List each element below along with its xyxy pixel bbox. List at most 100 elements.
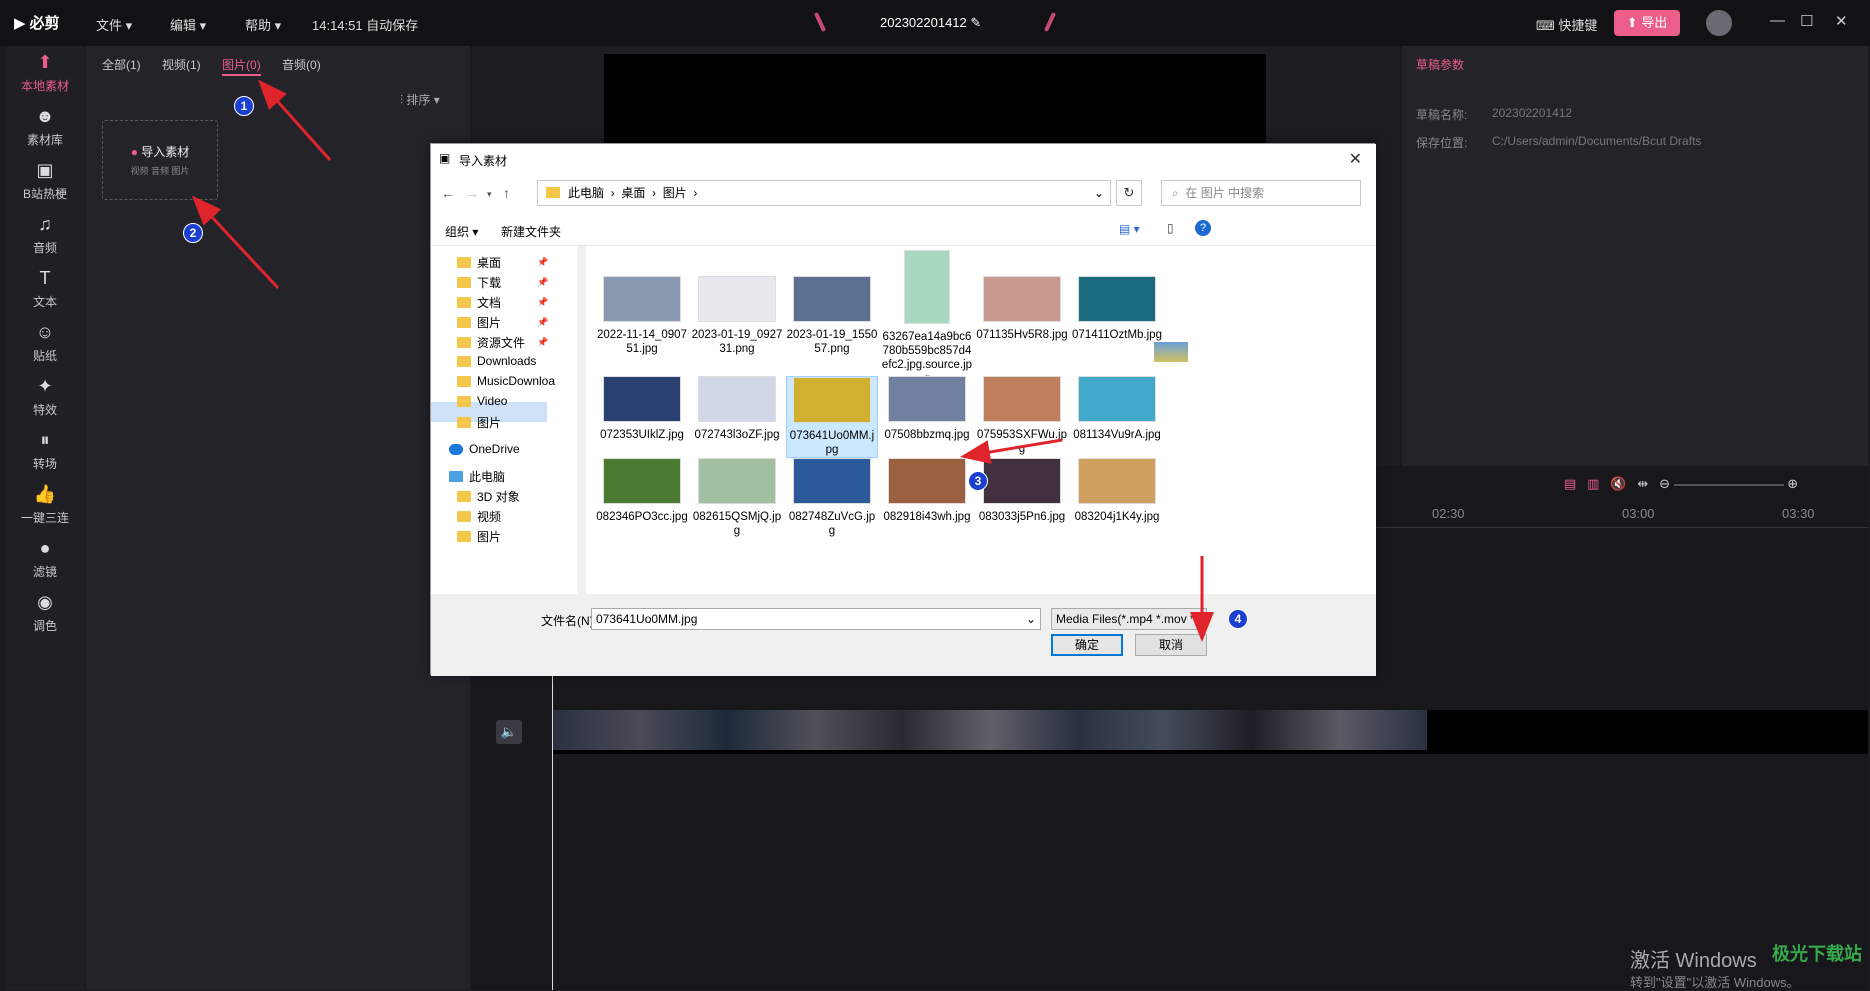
file-item[interactable]: 073641Uo0MM.jpg bbox=[786, 376, 878, 458]
pin-icon[interactable]: 📌 bbox=[537, 297, 548, 308]
tree-item[interactable]: 视频 bbox=[457, 508, 501, 525]
tree-scrollbar[interactable] bbox=[577, 246, 586, 594]
file-item[interactable]: 071135Hv5R8.jpg bbox=[976, 276, 1068, 342]
file-item[interactable]: 081134Vu9rA.jpg bbox=[1071, 376, 1163, 442]
nav-text[interactable]: T 文本 bbox=[6, 268, 84, 310]
tree-item[interactable]: 3D 对象 bbox=[457, 488, 520, 505]
dialog-close-icon[interactable]: ✕ bbox=[1349, 149, 1362, 169]
forward-icon[interactable]: → bbox=[465, 185, 479, 201]
refresh-icon[interactable]: ↻ bbox=[1116, 180, 1142, 206]
file-item[interactable]: 082918i43wh.jpg bbox=[881, 458, 973, 524]
menu-edit[interactable]: 编辑 ▾ bbox=[170, 15, 206, 34]
breadcrumb-item[interactable]: 此电脑 bbox=[568, 186, 604, 200]
tree-item[interactable]: 图片 📌 bbox=[457, 314, 548, 331]
tree-item[interactable]: 下载 📌 bbox=[457, 274, 548, 291]
file-item[interactable]: 075953SXFWu.jpg bbox=[976, 376, 1068, 456]
tree-item[interactable]: 图片 bbox=[457, 414, 501, 431]
file-item[interactable]: 07508bbzmq.jpg bbox=[881, 376, 973, 442]
file-item[interactable]: 082748ZuVcG.jpg bbox=[786, 458, 878, 538]
zoom-out-icon[interactable]: ⊖ bbox=[1659, 476, 1670, 491]
preview-pane-icon[interactable]: ▯ bbox=[1167, 221, 1174, 235]
filetype-select[interactable]: Media Files(*.mp4 *.mov *.a bbox=[1051, 608, 1207, 630]
tree-item[interactable]: MusicDownloa bbox=[457, 374, 555, 388]
filename-field[interactable]: 073641Uo0MM.jpg ⌄ bbox=[591, 608, 1041, 630]
nav-transitions[interactable]: ⏸ 转场 bbox=[6, 430, 84, 472]
file-item[interactable]: 083204j1K4y.jpg bbox=[1071, 458, 1163, 524]
pin-icon[interactable]: 📌 bbox=[537, 317, 548, 328]
tree-item[interactable]: 此电脑 bbox=[449, 468, 505, 485]
file-item[interactable]: 082615QSMjQ.jpg bbox=[691, 458, 783, 538]
video-clip[interactable] bbox=[552, 710, 1427, 750]
snap-icon[interactable]: ⇹ bbox=[1637, 476, 1648, 491]
recent-icon[interactable]: ▾ bbox=[487, 189, 492, 200]
view-icon[interactable]: ▤ ▾ bbox=[1119, 222, 1140, 236]
zoom-slider[interactable] bbox=[1673, 483, 1784, 486]
tab-images[interactable]: 图片(0) bbox=[222, 58, 261, 76]
trim-icon[interactable]: ▥ bbox=[1587, 476, 1599, 491]
new-folder-button[interactable]: 新建文件夹 bbox=[501, 223, 561, 240]
file-item[interactable]: 071411OztMb.jpg bbox=[1071, 276, 1163, 342]
close-icon[interactable]: ✕ bbox=[1835, 12, 1848, 30]
nav-bilibili-memes[interactable]: ▣ B站热梗 bbox=[6, 160, 84, 202]
mute-icon[interactable]: 🔇 bbox=[1610, 476, 1626, 491]
organize-button[interactable]: 组织 ▾ bbox=[445, 223, 478, 240]
path-box[interactable]: 此电脑 › 桌面 › 图片 › ⌄ bbox=[537, 180, 1111, 206]
split-icon[interactable]: ▤ bbox=[1564, 476, 1576, 491]
tree-item[interactable]: 文档 📌 bbox=[457, 294, 548, 311]
nav-audio[interactable]: ♫ 音频 bbox=[6, 214, 84, 256]
nav-stickers[interactable]: ☺ 贴纸 bbox=[6, 322, 84, 364]
pin-icon[interactable]: 📌 bbox=[537, 277, 548, 288]
breadcrumb-item[interactable]: 图片 bbox=[663, 186, 687, 200]
chevron-down-icon[interactable]: ⌄ bbox=[1026, 609, 1036, 629]
avatar[interactable] bbox=[1706, 10, 1732, 36]
time-tick: 03:30 bbox=[1782, 506, 1815, 521]
track-volume-icon[interactable]: 🔈 bbox=[496, 720, 522, 744]
pin-icon[interactable]: 📌 bbox=[537, 337, 548, 348]
tree-item[interactable]: 桌面 📌 bbox=[457, 254, 548, 271]
up-icon[interactable]: ↑ bbox=[503, 185, 510, 201]
file-item[interactable]: 072353UIklZ.jpg bbox=[596, 376, 688, 442]
project-title[interactable]: 202302201412 ✎ bbox=[880, 15, 981, 31]
help-icon[interactable]: ? bbox=[1195, 220, 1211, 236]
nav-local-media[interactable]: ⬆ 本地素材 bbox=[6, 52, 84, 94]
sort-button[interactable]: ⫶ 排序 ▾ bbox=[400, 91, 440, 108]
tree-item[interactable]: 资源文件 📌 bbox=[457, 334, 548, 351]
file-item[interactable]: 63267ea14a9bc6780b559bc857d4efc2.jpg.sou… bbox=[881, 250, 973, 386]
nav-library[interactable]: ☻ 素材库 bbox=[6, 106, 84, 148]
breadcrumb-item[interactable]: 桌面 bbox=[621, 186, 645, 200]
back-icon[interactable]: ← bbox=[441, 185, 455, 201]
tree-item[interactable]: Downloads bbox=[457, 354, 536, 368]
edit-icon[interactable]: ✎ bbox=[970, 15, 981, 30]
file-item[interactable]: 072743l3oZF.jpg bbox=[691, 376, 783, 442]
chevron-down-icon[interactable]: ⌄ bbox=[1094, 181, 1104, 205]
tree-item[interactable]: OneDrive bbox=[449, 442, 520, 456]
menu-file[interactable]: 文件 ▾ bbox=[96, 15, 132, 34]
image-thumbnail bbox=[698, 458, 776, 504]
image-thumbnail bbox=[603, 458, 681, 504]
nav-color[interactable]: ◉ 调色 bbox=[6, 592, 84, 634]
cancel-button[interactable]: 取消 bbox=[1135, 634, 1207, 656]
zoom-in-icon[interactable]: ⊕ bbox=[1787, 476, 1798, 491]
export-button[interactable]: ⬆ 导出 bbox=[1614, 10, 1680, 36]
ok-button[interactable]: 确定 bbox=[1051, 634, 1123, 656]
import-media-button[interactable]: ● 导入素材 视频 音频 图片 bbox=[102, 120, 218, 200]
menu-help[interactable]: 帮助 ▾ bbox=[245, 15, 281, 34]
nav-effects[interactable]: ✦ 特效 bbox=[6, 376, 84, 418]
minimize-icon[interactable]: — bbox=[1770, 12, 1785, 29]
tab-audio[interactable]: 音频(0) bbox=[282, 58, 321, 72]
file-item[interactable]: 2022-11-14_090751.jpg bbox=[596, 276, 688, 356]
file-item[interactable]: 2023-01-19_092731.png bbox=[691, 276, 783, 356]
file-item[interactable]: 082346PO3cc.jpg bbox=[596, 458, 688, 524]
file-item[interactable]: 2023-01-19_155057.png bbox=[786, 276, 878, 356]
nav-filters[interactable]: ● 滤镜 bbox=[6, 538, 84, 580]
pin-icon[interactable]: 📌 bbox=[537, 257, 548, 268]
shortcut-button[interactable]: ⌨ 快捷键 bbox=[1536, 15, 1597, 34]
tab-all[interactable]: 全部(1) bbox=[102, 58, 141, 72]
search-input[interactable]: ⌕ 在 图片 中搜索 bbox=[1161, 180, 1361, 206]
tree-item[interactable]: 图片 bbox=[457, 528, 501, 545]
maximize-icon[interactable]: ☐ bbox=[1800, 12, 1813, 30]
tab-video[interactable]: 视频(1) bbox=[162, 58, 201, 72]
file-item[interactable]: 083033j5Pn6.jpg bbox=[976, 458, 1068, 524]
tree-item[interactable]: Video bbox=[457, 394, 507, 408]
nav-triple[interactable]: 👍 一键三连 bbox=[6, 484, 84, 526]
